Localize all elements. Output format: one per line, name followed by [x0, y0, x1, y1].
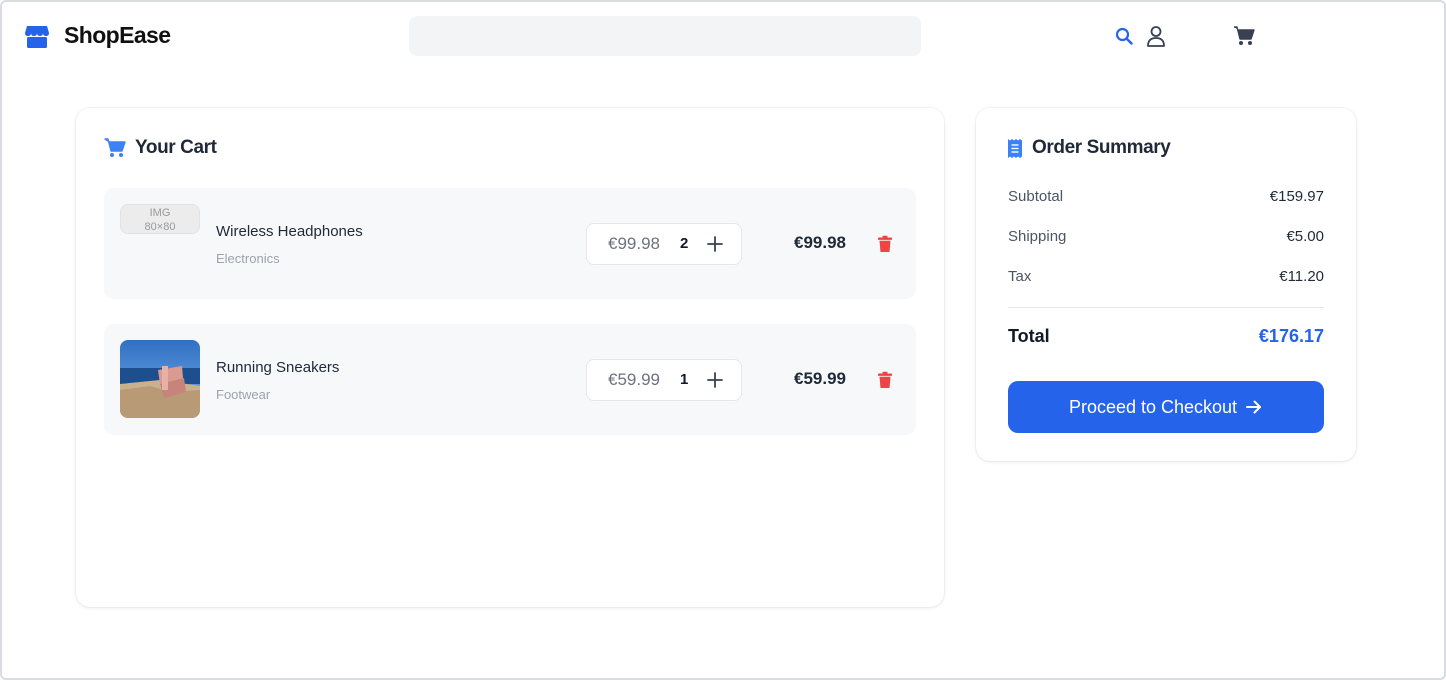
total-row: Total €176.17 [1008, 326, 1324, 347]
shipping-value: €5.00 [1286, 228, 1324, 245]
product-name[interactable]: Wireless Headphones [216, 223, 363, 240]
tax-value: €11.20 [1279, 268, 1324, 285]
product-name[interactable]: Running Sneakers [216, 359, 339, 376]
quantity-value[interactable]: 2 [680, 235, 688, 252]
cart-title: Your Cart [104, 137, 217, 159]
trash-icon[interactable] [876, 371, 894, 389]
user-icon[interactable] [1145, 25, 1167, 47]
total-value: €176.17 [1258, 326, 1324, 346]
quantity-stepper: €99.98 2 [586, 223, 742, 265]
search-input[interactable] [409, 16, 921, 56]
brand-name: ShopEase [64, 22, 171, 48]
subtotal-label: Subtotal [1008, 188, 1064, 205]
trash-icon[interactable] [876, 235, 894, 253]
cart-item: Running Sneakers Footwear €59.99 1 €59.9… [104, 324, 916, 435]
cart-panel: Your Cart IMG 80×80 Wireless Headphones … [76, 108, 944, 607]
cart-item: IMG 80×80 Wireless Headphones Electronic… [104, 188, 916, 299]
order-summary-panel: Order Summary Subtotal €159.97 Shipping … [976, 108, 1356, 461]
cart-icon [104, 138, 126, 157]
tax-row: Tax €11.20 [1008, 268, 1324, 285]
cart-title-text: Your Cart [135, 137, 217, 158]
product-image-placeholder: IMG 80×80 [120, 204, 200, 234]
plus-icon[interactable] [705, 370, 725, 390]
item-total: €59.99 [794, 369, 846, 388]
shipping-row: Shipping €5.00 [1008, 228, 1324, 245]
subtotal-value: €159.97 [1269, 188, 1324, 205]
total-label: Total [1008, 326, 1050, 346]
checkout-button[interactable]: Proceed to Checkout [1008, 381, 1324, 433]
product-image[interactable] [120, 340, 200, 418]
arrow-right-icon [1246, 400, 1262, 414]
product-category: Electronics [216, 251, 280, 266]
item-total: €99.98 [794, 233, 846, 252]
unit-price: €59.99 [608, 370, 660, 389]
tax-label: Tax [1008, 268, 1032, 285]
subtotal-row: Subtotal €159.97 [1008, 188, 1324, 205]
summary-title: Order Summary [1007, 137, 1171, 159]
checkout-button-label: Proceed to Checkout [1068, 396, 1238, 417]
cart-icon[interactable] [1233, 25, 1255, 47]
quantity-stepper: €59.99 1 [586, 359, 742, 401]
product-category: Footwear [216, 387, 271, 402]
summary-title-text: Order Summary [1032, 137, 1171, 158]
summary-divider [1008, 307, 1324, 308]
store-icon [25, 25, 49, 48]
quantity-value[interactable]: 1 [680, 371, 688, 388]
brand-logo[interactable]: ShopEase [24, 22, 171, 49]
unit-price: €99.98 [608, 234, 660, 253]
receipt-icon [1008, 138, 1022, 158]
search-icon[interactable] [1113, 25, 1135, 47]
shipping-label: Shipping [1008, 228, 1067, 245]
plus-icon[interactable] [705, 234, 725, 254]
